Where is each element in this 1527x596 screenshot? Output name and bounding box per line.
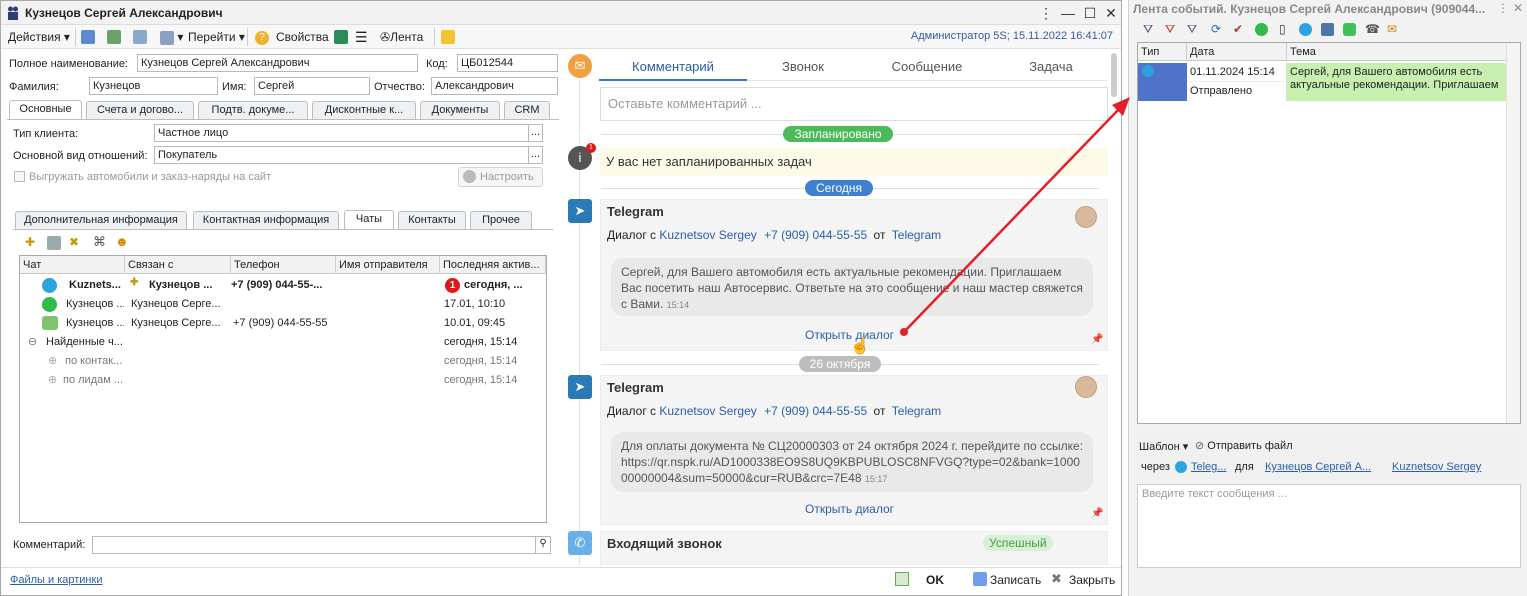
annotation-arrow [900, 97, 1130, 336]
cursor-icon: ☝ [850, 338, 870, 355]
